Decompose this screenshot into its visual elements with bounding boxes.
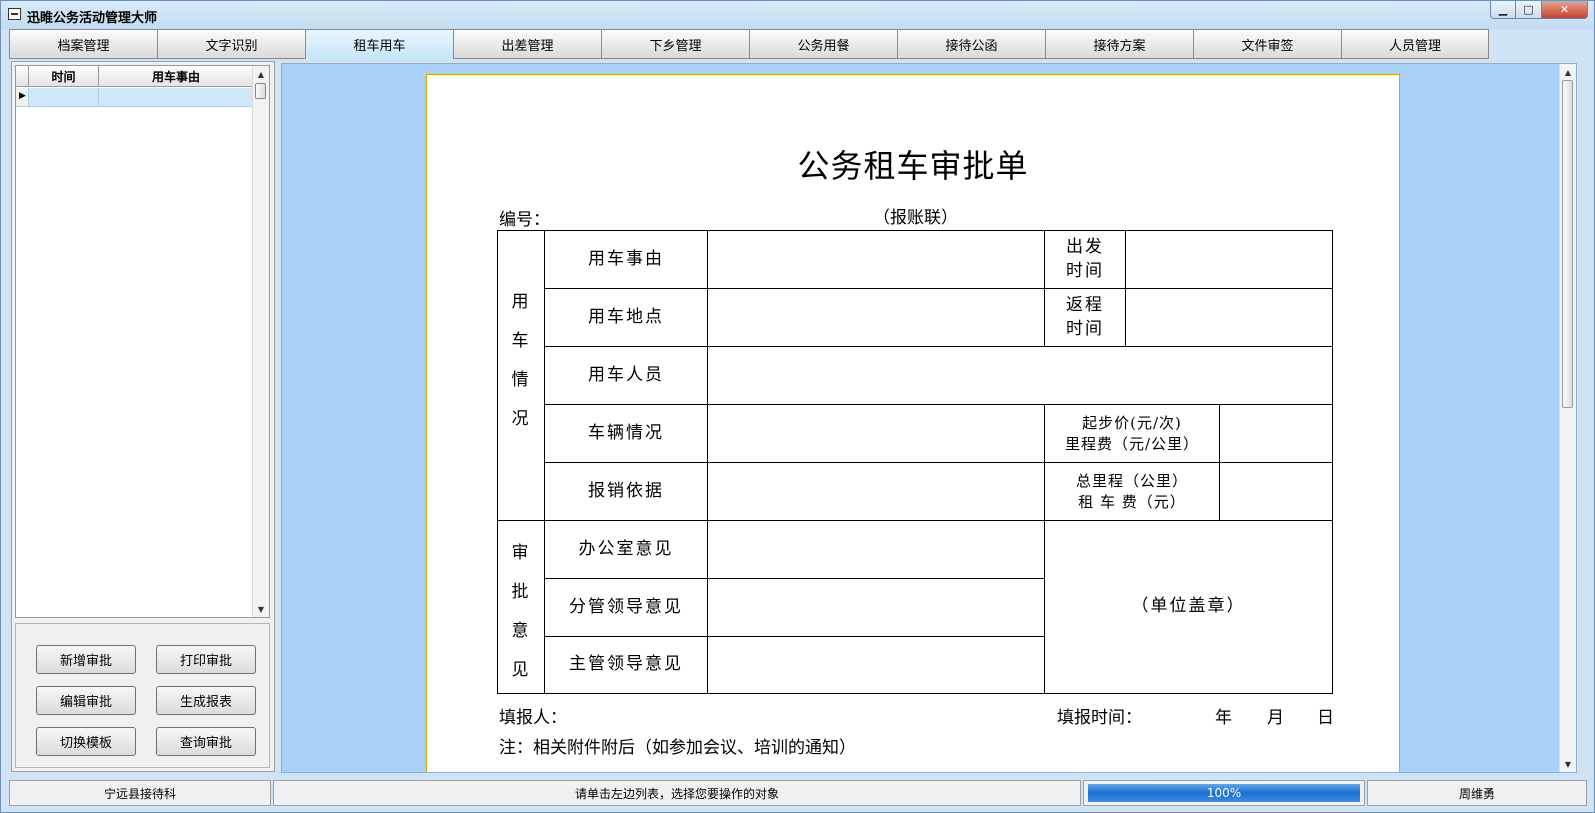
system-menu-icon[interactable] [8,8,21,20]
label-vehicle-info: 车辆情况 [588,422,664,443]
field-branch-leader-opinion[interactable] [708,579,1044,636]
tab-countryside[interactable]: 下乡管理 [601,29,749,59]
column-header-time[interactable]: 时间 [29,66,99,87]
label-branch-leader-opinion: 分管领导意见 [569,596,683,617]
note-text: 注：相关附件附后（如参加会议、培训的通知） [499,738,856,758]
minimize-button[interactable]: ▁ [1490,1,1516,19]
status-progress-cell: 100% [1083,780,1365,806]
window-title: 迅睢公务活动管理大师 [27,11,158,26]
form-title: 公务租车审批单 [797,147,1029,185]
group-label-vehicle-usage: 用车情况 [511,292,529,429]
left-panel: 时间 用车事由 ▶ ▲ ▼ 新增审批 打印审批 编辑审批 生成报表 切换模板 查… [11,61,275,772]
grid-row-header-corner [16,66,29,87]
status-unit: 宁远县接待科 [9,780,271,806]
generate-report-button[interactable]: 生成报表 [156,686,256,715]
field-office-opinion[interactable] [708,521,1044,578]
year-label: 年 [1215,708,1232,728]
row-selector[interactable]: ▶ [16,88,29,107]
form-table: 用车情况 审批意见 用车事由 用车地点 用车人员 车辆情况 报销依据 办公室意见… [497,230,1333,694]
field-price[interactable] [1220,405,1332,462]
label-departure-time: 出发 时间 [1066,236,1104,281]
switch-template-button[interactable]: 切换模板 [36,727,136,756]
label-return-time: 返程 时间 [1066,294,1104,339]
field-usage-reason[interactable] [708,231,1044,288]
doc-scroll-up-icon[interactable]: ▲ [1560,64,1576,80]
field-chief-leader-opinion[interactable] [708,637,1044,693]
print-approval-button[interactable]: 打印审批 [156,645,256,674]
approval-form-page: 公务租车审批单 编号： （报账联） 用 车 情 况 审 批 意 见 用车事由 用… [426,74,1400,772]
label-base-price-mileage-fee: 起步价(元/次) 里程费（元/公里） [1064,413,1200,453]
field-passengers[interactable] [708,347,1332,404]
maximize-icon: □ [1523,3,1534,16]
copy-label: （报账联） [873,208,958,228]
group-label-approval-opinion: 审批意见 [511,543,529,680]
scroll-up-icon[interactable]: ▲ [253,66,269,82]
label-reimbursement-basis: 报销依据 [588,480,664,501]
edit-approval-button[interactable]: 编辑审批 [36,686,136,715]
minimize-icon: ▁ [1498,3,1508,16]
app-window: 迅睢公务活动管理大师 ▁ □ ✕ 档案管理 文字识别 租车用车 出差管理 下乡管… [0,0,1595,813]
tab-business-trip[interactable]: 出差管理 [453,29,601,59]
table-row-cell-time[interactable] [29,88,99,107]
number-label: 编号： [499,210,550,230]
list-scrollbar[interactable]: ▲ ▼ [252,66,269,617]
label-passengers: 用车人员 [588,364,664,385]
document-scrollbar[interactable]: ▲ ▼ [1559,64,1576,772]
field-reimbursement-basis[interactable] [708,463,1044,520]
field-vehicle-info[interactable] [708,405,1044,462]
status-hint: 请单击左边列表，选择您要操作的对象 [273,780,1081,806]
label-office-opinion: 办公室意见 [578,538,674,559]
doc-scroll-down-icon[interactable]: ▼ [1560,756,1576,772]
fill-time-label: 填报时间： [1057,708,1142,728]
status-user: 周维勇 [1367,780,1587,806]
main-tabs: 档案管理 文字识别 租车用车 出差管理 下乡管理 公务用餐 接待公函 接待方案 … [9,29,1489,60]
approval-list-grid[interactable]: 时间 用车事由 ▶ ▲ ▼ [15,65,270,618]
tab-reception-letter[interactable]: 接待公函 [897,29,1045,59]
maximize-button[interactable]: □ [1516,1,1542,19]
label-usage-place: 用车地点 [588,306,664,327]
tab-car-rental[interactable]: 租车用车 [305,29,453,59]
seal-area: （单位盖章） [1131,596,1246,617]
label-chief-leader-opinion: 主管领导意见 [569,654,683,675]
doc-scroll-thumb[interactable] [1562,80,1573,408]
current-row-arrow-icon: ▶ [19,91,26,101]
day-label: 日 [1317,708,1334,728]
table-row-cell-reason[interactable] [99,88,254,107]
tab-archive[interactable]: 档案管理 [9,29,157,59]
document-viewer[interactable]: 公务租车审批单 编号： （报账联） 用 车 情 况 审 批 意 见 用车事由 用… [281,63,1577,773]
field-return-time[interactable] [1126,289,1332,346]
tab-personnel[interactable]: 人员管理 [1341,29,1489,59]
field-mileage-fee[interactable] [1220,463,1332,520]
close-icon: ✕ [1559,3,1570,16]
filler-label: 填报人： [499,708,567,728]
progress-bar: 100% [1088,784,1360,802]
title-bar: 迅睢公务活动管理大师 ▁ □ ✕ [1,1,1594,29]
field-departure-time[interactable] [1126,231,1332,288]
tab-ocr[interactable]: 文字识别 [157,29,305,59]
tab-document-review[interactable]: 文件审签 [1193,29,1341,59]
query-approval-button[interactable]: 查询审批 [156,727,256,756]
list-scroll-thumb[interactable] [255,83,266,99]
column-header-reason[interactable]: 用车事由 [99,66,254,87]
month-label: 月 [1267,708,1284,728]
tab-official-meals[interactable]: 公务用餐 [749,29,897,59]
status-bar: 宁远县接待科 请单击左边列表，选择您要操作的对象 100% 周维勇 [9,780,1587,806]
label-total-mileage-rental-fee: 总里程（公里）租 车 费（元） [1075,471,1188,511]
scroll-down-icon[interactable]: ▼ [253,601,269,617]
close-button[interactable]: ✕ [1542,1,1588,19]
field-usage-place[interactable] [708,289,1044,346]
action-button-group: 新增审批 打印审批 编辑审批 生成报表 切换模板 查询审批 [15,623,270,768]
new-approval-button[interactable]: 新增审批 [36,645,136,674]
label-usage-reason: 用车事由 [588,248,664,269]
tab-reception-plan[interactable]: 接待方案 [1045,29,1193,59]
